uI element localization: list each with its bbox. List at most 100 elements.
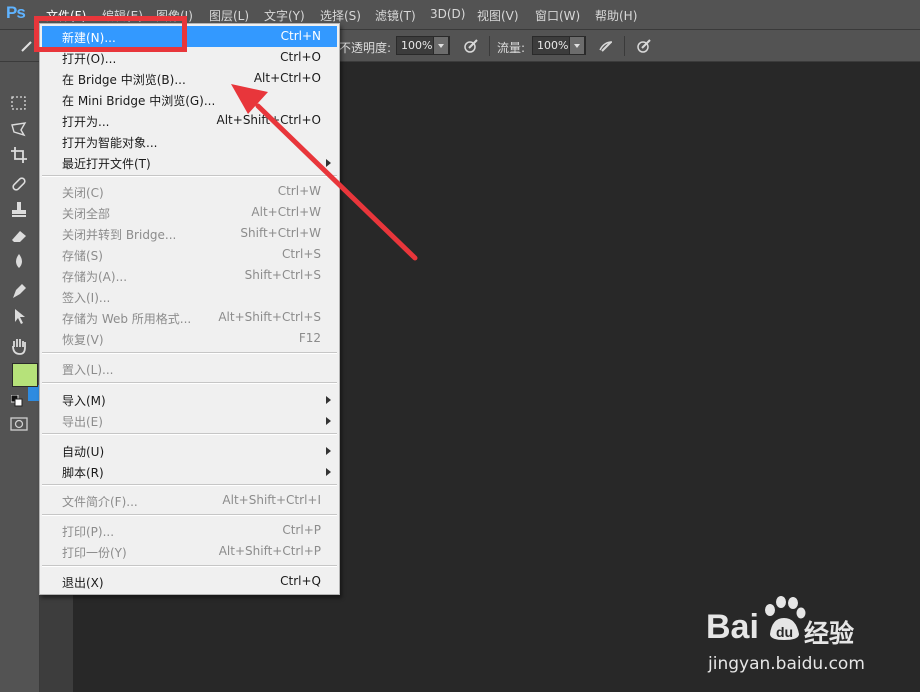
menu-type[interactable]: 文字(Y) (264, 7, 305, 24)
watermark-brand-suffix: 经验 (804, 619, 855, 648)
file-menu-dropdown: 新建(N)... Ctrl+N 打开(O)... Ctrl+O 在 Bridge… (39, 23, 340, 595)
menu-item-label: 在 Bridge 中浏览(B)... (62, 73, 186, 87)
menu-3d[interactable]: 3D(D) (430, 7, 465, 21)
menu-item-label: 导入(M) (62, 394, 106, 408)
menu-item-exit[interactable]: 退出(X) Ctrl+Q (42, 571, 337, 592)
stamp-icon[interactable] (10, 201, 28, 219)
menu-window[interactable]: 窗口(W) (535, 7, 580, 24)
menu-separator (42, 565, 337, 567)
menu-item-label: 恢复(V) (62, 333, 104, 347)
submenu-arrow-icon (326, 159, 331, 167)
watermark-url: jingyan.baidu.com (708, 654, 865, 674)
baidu-jingyan-watermark: Bai du 经验 jingyan.baidu.com (706, 594, 906, 684)
pen-icon[interactable] (10, 282, 28, 300)
flow-label: 流量: (497, 41, 526, 55)
menu-item-label: 在 Mini Bridge 中浏览(G)... (62, 94, 216, 108)
menu-item-label: 关闭并转到 Bridge... (62, 228, 177, 242)
menu-item-check-in: 签入(I)... (42, 286, 337, 307)
menu-separator (42, 382, 337, 384)
submenu-arrow-icon (326, 468, 331, 476)
airbrush-icon[interactable] (598, 38, 614, 54)
menu-item-shortcut: Alt+Shift+Ctrl+P (218, 544, 321, 558)
opacity-label: 不透明度: (339, 41, 392, 55)
baidu-paw-icon: du (765, 596, 806, 640)
annotation-highlight-box (34, 16, 187, 52)
menu-item-label: 导出(E) (62, 415, 103, 429)
watermark-brand: Bai (706, 608, 759, 646)
menu-item-close-all: 关闭全部 Alt+Ctrl+W (42, 202, 337, 223)
menu-item-shortcut: Shift+Ctrl+S (244, 268, 321, 282)
menu-item-shortcut: F12 (298, 331, 321, 345)
menu-item-label: 存储为(A)... (62, 270, 128, 284)
options-separator (489, 36, 490, 56)
menu-item-save: 存储(S) Ctrl+S (42, 244, 337, 265)
menu-item-automate[interactable]: 自动(U) (42, 440, 337, 461)
menu-item-scripts[interactable]: 脚本(R) (42, 461, 337, 482)
menu-item-shortcut: Ctrl+Q (280, 574, 321, 588)
menu-item-import[interactable]: 导入(M) (42, 389, 337, 410)
submenu-arrow-icon (326, 447, 331, 455)
menu-item-label: 打开为智能对象... (62, 136, 158, 150)
menu-item-label: 存储为 Web 所用格式... (62, 312, 192, 326)
menu-help[interactable]: 帮助(H) (595, 7, 637, 24)
menu-item-shortcut: Ctrl+W (277, 184, 321, 198)
brush-preset-icon[interactable] (20, 39, 34, 53)
opacity-dropdown-button[interactable] (433, 36, 449, 55)
menu-item-shortcut: Ctrl+O (280, 50, 321, 64)
menu-item-print: 打印(P)... Ctrl+P (42, 520, 337, 541)
menu-item-label: 脚本(R) (62, 466, 104, 480)
menu-item-label: 文件简介(F)... (62, 495, 138, 509)
menu-item-label: 退出(X) (62, 576, 104, 590)
blur-drop-icon[interactable] (10, 252, 28, 270)
menu-item-shortcut: Shift+Ctrl+W (240, 226, 321, 240)
menu-item-label: 打开为... (62, 115, 110, 129)
menu-separator (42, 433, 337, 435)
menu-layer[interactable]: 图层(L) (209, 7, 249, 24)
path-select-icon[interactable] (10, 307, 28, 325)
options-separator (624, 36, 625, 56)
menu-item-recent-files[interactable]: 最近打开文件(T) (42, 152, 337, 173)
menu-item-open-smart-object[interactable]: 打开为智能对象... (42, 131, 337, 152)
menu-item-browse-bridge[interactable]: 在 Bridge 中浏览(B)... Alt+Ctrl+O (42, 68, 337, 89)
menu-item-label: 存储(S) (62, 249, 103, 263)
flow-dropdown-button[interactable] (569, 36, 585, 55)
menu-item-open-as[interactable]: 打开为... Alt+Shift+Ctrl+O (42, 110, 337, 131)
svg-text:du: du (776, 624, 793, 640)
marquee-icon[interactable] (10, 94, 28, 112)
menu-item-label: 关闭(C) (62, 186, 104, 200)
menu-item-shortcut: Alt+Shift+Ctrl+O (216, 113, 321, 127)
pressure-size-icon[interactable] (636, 38, 652, 54)
menu-item-file-info: 文件简介(F)... Alt+Shift+Ctrl+I (42, 490, 337, 511)
menu-item-save-for-web: 存储为 Web 所用格式... Alt+Shift+Ctrl+S (42, 307, 337, 328)
toolbox (0, 62, 40, 692)
pressure-opacity-icon[interactable] (463, 38, 479, 54)
default-colors-icon[interactable] (11, 395, 23, 407)
menu-item-revert: 恢复(V) F12 (42, 328, 337, 349)
menu-separator (42, 175, 337, 177)
menu-item-label: 打开(O)... (62, 52, 117, 66)
photoshop-logo: Ps (6, 3, 26, 22)
menu-item-label: 打印(P)... (62, 525, 115, 539)
quick-mask-icon[interactable] (10, 417, 28, 431)
healing-brush-icon[interactable] (10, 175, 28, 193)
lasso-icon[interactable] (10, 120, 28, 138)
crop-icon[interactable] (10, 146, 28, 164)
menu-filter[interactable]: 滤镜(T) (375, 7, 416, 24)
menu-item-close-go-bridge: 关闭并转到 Bridge... Shift+Ctrl+W (42, 223, 337, 244)
menu-item-label: 打印一份(Y) (62, 546, 127, 560)
menu-item-shortcut: Alt+Shift+Ctrl+I (222, 493, 321, 507)
submenu-arrow-icon (326, 396, 331, 404)
hand-icon[interactable] (10, 337, 28, 355)
menu-item-browse-mini-bridge[interactable]: 在 Mini Bridge 中浏览(G)... (42, 89, 337, 110)
submenu-arrow-icon (326, 417, 331, 425)
menu-item-label: 自动(U) (62, 445, 105, 459)
menu-select[interactable]: 选择(S) (320, 7, 361, 24)
menu-item-place: 置入(L)... (42, 358, 337, 379)
menu-item-shortcut: Alt+Ctrl+O (253, 71, 321, 85)
menu-view[interactable]: 视图(V) (477, 7, 519, 24)
menu-item-label: 签入(I)... (62, 291, 111, 305)
menu-separator (42, 352, 337, 354)
eraser-icon[interactable] (10, 227, 28, 245)
foreground-color-swatch[interactable] (12, 363, 38, 387)
menu-separator (42, 514, 337, 516)
